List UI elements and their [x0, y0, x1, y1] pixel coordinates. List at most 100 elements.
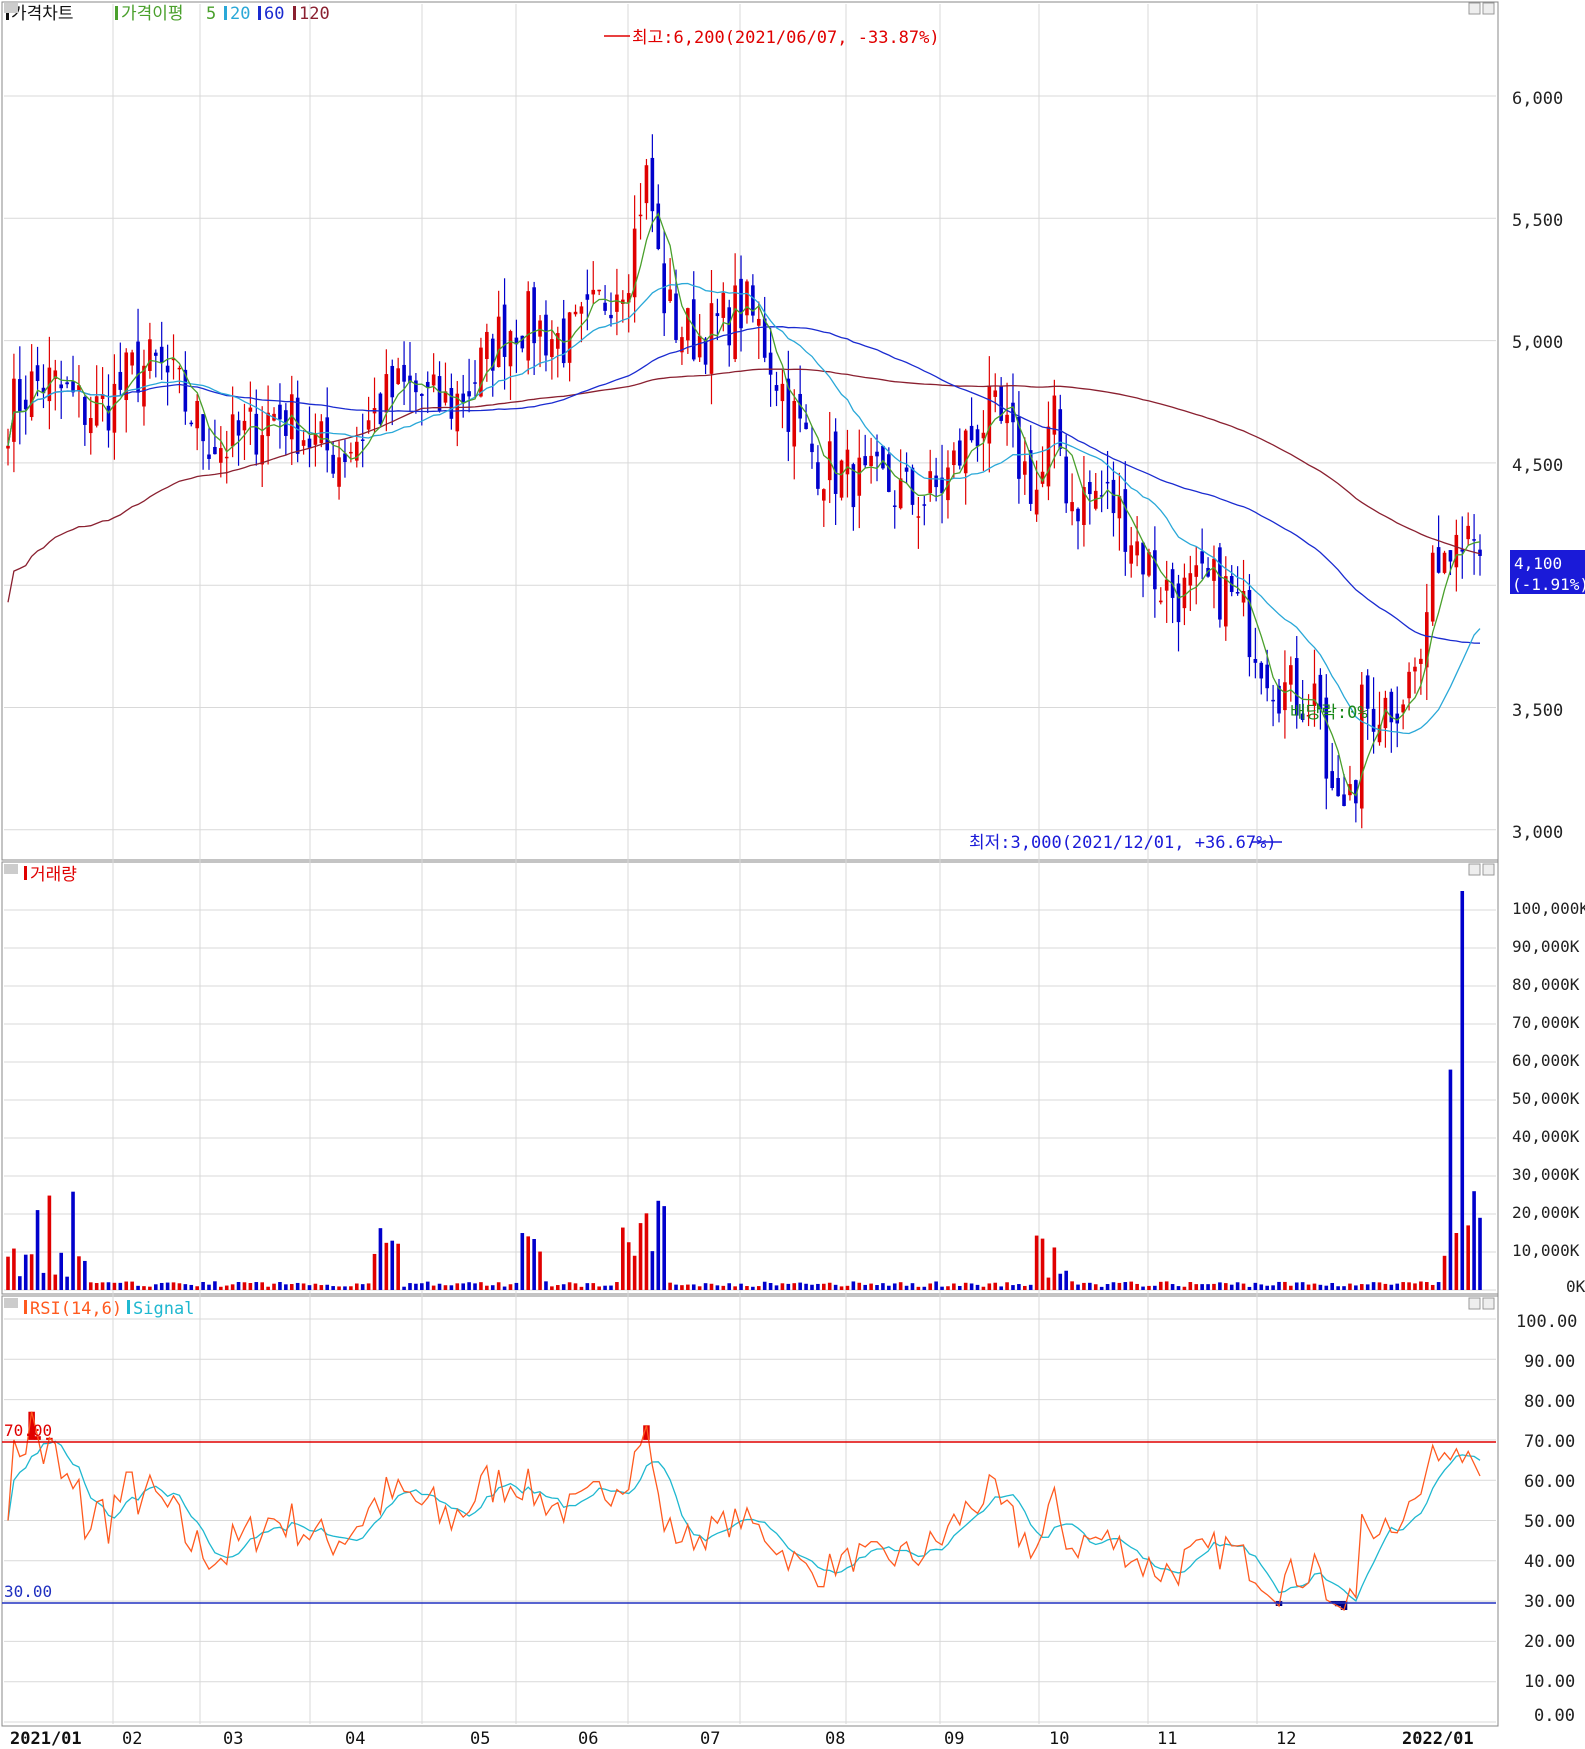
rsi-tick: 10.00 [1524, 1672, 1575, 1692]
rsi-panel[interactable] [1, 1295, 1499, 1727]
volume-panel[interactable] [1, 861, 1499, 1295]
candle-body [295, 397, 300, 454]
x-label: 08 [825, 1729, 845, 1749]
volume-bar [266, 1286, 270, 1290]
candle-body [224, 456, 229, 459]
price-legend[interactable]: 가격차트 가격이평 5 20 60 120 [6, 4, 330, 24]
volume-bar [739, 1283, 743, 1290]
candle-body [1472, 539, 1476, 541]
volume-tick: 70,000K [1512, 1013, 1580, 1032]
rsi-tick: 90.00 [1524, 1352, 1575, 1372]
stock-chart[interactable]: 70.00 30.00 가격차트 가격이평 5 20 60 120 거래량 RS… [0, 0, 1585, 1749]
volume-tick: 100,000K [1512, 899, 1585, 918]
volume-bar [715, 1285, 720, 1290]
close-icon[interactable] [1482, 1297, 1495, 1310]
volume-bar [756, 1286, 761, 1290]
volume-bar [130, 1281, 134, 1290]
volume-bar [1283, 1281, 1287, 1290]
candle-body [532, 287, 536, 344]
volume-bar [561, 1284, 566, 1290]
candle-body [396, 368, 400, 385]
volume-bar [1129, 1281, 1134, 1290]
candle-body [242, 420, 247, 431]
volume-bar [1141, 1286, 1145, 1290]
minimize-icon[interactable] [1468, 1297, 1481, 1310]
volume-bar [1424, 1282, 1429, 1290]
volume-bar [136, 1285, 140, 1290]
volume-bar [1359, 1284, 1364, 1290]
candle-body [1218, 547, 1222, 620]
candle-body [207, 454, 211, 459]
volume-bar [1306, 1284, 1311, 1290]
volume-bar [1401, 1282, 1405, 1290]
rsi-tick: 30.00 [1524, 1592, 1575, 1612]
volume-bar [1123, 1282, 1128, 1290]
volume-bar [851, 1281, 856, 1290]
candle-body [816, 462, 820, 489]
volume-bar [1300, 1282, 1305, 1290]
minimize-icon[interactable] [1468, 863, 1481, 876]
candle-body [201, 414, 205, 442]
rsi-tick: 20.00 [1524, 1632, 1575, 1652]
panel-handle-icon[interactable] [4, 1298, 18, 1308]
volume-bar [319, 1285, 324, 1290]
volume-bar [1312, 1283, 1317, 1290]
volume-bar [857, 1282, 862, 1290]
volume-bar [490, 1285, 495, 1290]
volume-bar [207, 1284, 211, 1290]
price-tick: 5,500 [1512, 211, 1563, 231]
volume-bar [1342, 1286, 1346, 1290]
legend-ma60: 60 [264, 4, 284, 24]
volume-bar [721, 1285, 726, 1290]
candle-body [1153, 550, 1157, 590]
volume-tick: 50,000K [1512, 1089, 1580, 1108]
volume-bar [816, 1283, 820, 1290]
close-icon[interactable] [1482, 2, 1495, 15]
candle-body [1176, 583, 1181, 623]
candle-body [579, 306, 584, 314]
volume-bar [313, 1283, 318, 1290]
volume-bar [1188, 1282, 1193, 1290]
panel-handle-icon[interactable] [4, 864, 18, 874]
volume-bar [88, 1282, 93, 1290]
candle-body [219, 448, 223, 463]
candle-body [916, 516, 921, 518]
volume-bar [12, 1248, 16, 1290]
candle-body [1046, 426, 1051, 487]
volume-bar [514, 1282, 519, 1290]
candle-body [1111, 479, 1116, 514]
volume-bar [242, 1282, 247, 1290]
volume-legend[interactable]: 거래량 [24, 865, 77, 885]
candle-body [1005, 414, 1009, 424]
candle-body [29, 371, 34, 418]
candle-body [833, 431, 838, 494]
minimize-icon[interactable] [1468, 2, 1481, 15]
volume-bar [538, 1251, 542, 1290]
candle-body [18, 379, 22, 411]
volume-tick: 90,000K [1512, 937, 1580, 956]
panel-handle-icon[interactable] [4, 3, 18, 13]
volume-bar [65, 1276, 69, 1290]
volume-bar [1223, 1283, 1228, 1290]
rsi-tick: 60.00 [1524, 1472, 1575, 1492]
candle-body [1023, 461, 1027, 475]
candle-body [153, 352, 158, 356]
close-icon[interactable] [1482, 863, 1495, 876]
volume-bar [993, 1282, 998, 1290]
candle-body [266, 412, 270, 437]
volume-bar [786, 1283, 791, 1290]
volume-bar [1413, 1283, 1417, 1290]
price-tick: 4,500 [1512, 456, 1563, 476]
candle-body [1283, 682, 1287, 711]
volume-bar [887, 1285, 891, 1290]
candle-body [136, 341, 140, 393]
candle-body [1436, 547, 1441, 573]
candle-body [745, 281, 749, 316]
volume-bar [41, 1272, 46, 1290]
rsi-legend[interactable]: RSI(14,6) Signal [24, 1299, 194, 1319]
candle-body [1289, 665, 1293, 685]
volume-bar [272, 1283, 276, 1290]
volume-bar [898, 1282, 903, 1290]
price-tick: 3,000 [1512, 823, 1563, 843]
candle-body [892, 505, 897, 507]
